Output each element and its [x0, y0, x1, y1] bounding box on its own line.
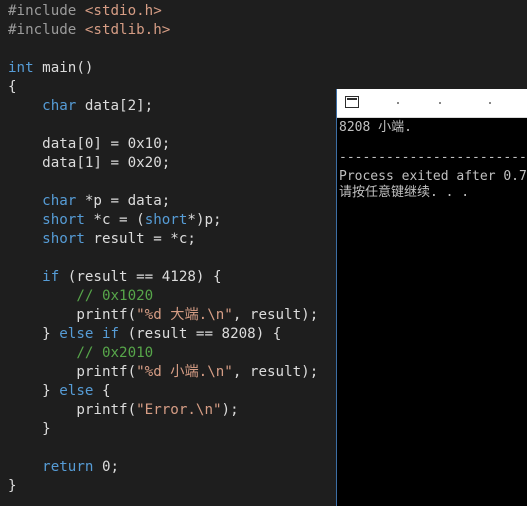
- title-dot: [397, 102, 399, 104]
- code-token: <stdio.h>: [84, 3, 162, 19]
- code-token: {: [8, 79, 17, 95]
- code-token: 0;: [93, 459, 120, 475]
- code-token: printf(: [8, 307, 137, 323]
- code-line: short result = *c;: [8, 230, 196, 249]
- code-line: data[1] = 0x20;: [8, 154, 170, 173]
- code-line: // 0x2010: [8, 344, 153, 363]
- console-output-line: 8208 小端.: [339, 120, 412, 135]
- code-token: if: [42, 269, 60, 285]
- code-token: data[2];: [76, 98, 154, 114]
- code-token: return: [42, 459, 94, 475]
- code-token: "%d 大端.\n": [136, 307, 233, 323]
- code-token: printf(: [8, 402, 137, 418]
- code-token: char: [42, 193, 77, 209]
- console-window-icon: [345, 96, 359, 108]
- code-line: return 0;: [8, 458, 119, 477]
- code-token: #include: [8, 22, 85, 38]
- code-token: data[1] = 0x20;: [8, 155, 171, 171]
- code-token: {: [93, 383, 111, 399]
- code-line: } else if (result == 8208) {: [8, 325, 281, 344]
- code-token: result = *c;: [84, 231, 196, 247]
- code-token: <stdlib.h>: [84, 22, 171, 38]
- code-line: printf("Error.\n");: [8, 401, 239, 420]
- title-dot: [439, 102, 441, 104]
- console-prompt-line: 请按任意键继续. . .: [339, 185, 470, 200]
- code-line: printf("%d 小端.\n", result);: [8, 363, 318, 382]
- code-line: #include <stdio.h>: [8, 2, 162, 21]
- console-exit-line: Process exited after 0.7: [339, 169, 527, 184]
- code-token: else: [59, 383, 94, 399]
- code-token: *p = data;: [76, 193, 171, 209]
- code-line: if (result == 4128) {: [8, 268, 222, 287]
- code-token: data[0] = 0x10;: [8, 136, 171, 152]
- title-dot: [489, 102, 491, 104]
- code-token: main(): [33, 60, 94, 76]
- code-line: printf("%d 大端.\n", result);: [8, 306, 318, 325]
- console-window[interactable]: 8208 小端. -------------------------------…: [336, 89, 527, 506]
- code-token: else: [59, 326, 94, 342]
- code-line: }: [8, 420, 51, 439]
- code-line: // 0x1020: [8, 287, 153, 306]
- code-line: int main(): [8, 59, 93, 78]
- code-line: }: [8, 477, 17, 496]
- code-token: if: [101, 326, 120, 342]
- code-line: #include <stdlib.h>: [8, 21, 170, 40]
- code-line: {: [8, 78, 17, 97]
- code-token: , result);: [232, 364, 319, 380]
- code-token: "%d 小端.\n": [136, 364, 233, 380]
- code-line: } else {: [8, 382, 111, 401]
- code-token: }: [8, 478, 17, 494]
- code-token: }: [8, 421, 51, 437]
- code-token: "Error.\n": [136, 402, 222, 418]
- code-token: }: [8, 383, 60, 399]
- code-token: #include: [8, 3, 85, 19]
- code-token: *)p;: [187, 212, 222, 228]
- code-line: short *c = (short*)p;: [8, 211, 222, 230]
- console-titlebar[interactable]: [337, 89, 527, 118]
- code-token: // 0x2010: [76, 345, 154, 361]
- code-token: );: [221, 402, 239, 418]
- code-token: *c = (: [84, 212, 145, 228]
- code-token: , result);: [232, 307, 319, 323]
- code-token: }: [8, 326, 60, 342]
- code-token: (result == 4128) {: [59, 269, 222, 285]
- code-token: (result == 8208) {: [119, 326, 282, 342]
- code-token: char: [42, 98, 77, 114]
- code-token: printf(: [8, 364, 137, 380]
- code-line: char *p = data;: [8, 192, 170, 211]
- code-token: short: [42, 231, 85, 247]
- code-line: data[0] = 0x10;: [8, 135, 170, 154]
- code-line: char data[2];: [8, 97, 153, 116]
- code-token: short: [144, 212, 188, 228]
- code-token: short: [42, 212, 85, 228]
- code-token: // 0x1020: [76, 288, 154, 304]
- console-separator: --------------------------------: [339, 150, 527, 165]
- code-token: int: [8, 60, 34, 76]
